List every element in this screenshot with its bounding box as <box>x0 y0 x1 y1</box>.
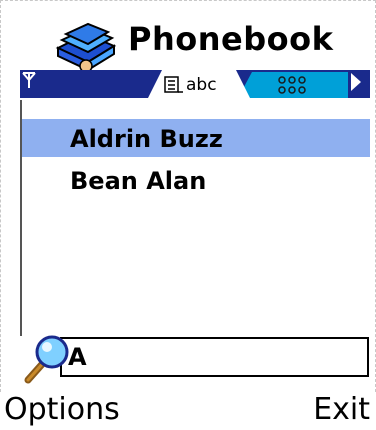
search-input[interactable] <box>60 337 369 377</box>
contact-name: Aldrin Buzz <box>70 125 223 153</box>
page-title: Phonebook <box>128 20 334 58</box>
signal-icon <box>22 71 36 89</box>
contact-name: Bean Alan <box>70 167 207 195</box>
list-item[interactable]: Bean Alan <box>22 161 370 199</box>
list-icon <box>164 76 183 93</box>
phone-screen: Phonebook abc Aldrin Buzz Bean Alan A Op… <box>0 0 376 430</box>
list-item[interactable]: Aldrin Buzz <box>22 119 370 157</box>
frame-left-border <box>0 0 3 392</box>
tab-label: abc <box>186 75 217 95</box>
magnifier-icon <box>24 335 69 384</box>
options-softkey[interactable]: Options <box>4 392 120 427</box>
exit-softkey[interactable]: Exit <box>313 392 370 427</box>
tab-scroll-right-icon[interactable] <box>351 73 361 91</box>
tab-groups[interactable] <box>238 72 348 98</box>
frame-top-border <box>0 0 376 3</box>
